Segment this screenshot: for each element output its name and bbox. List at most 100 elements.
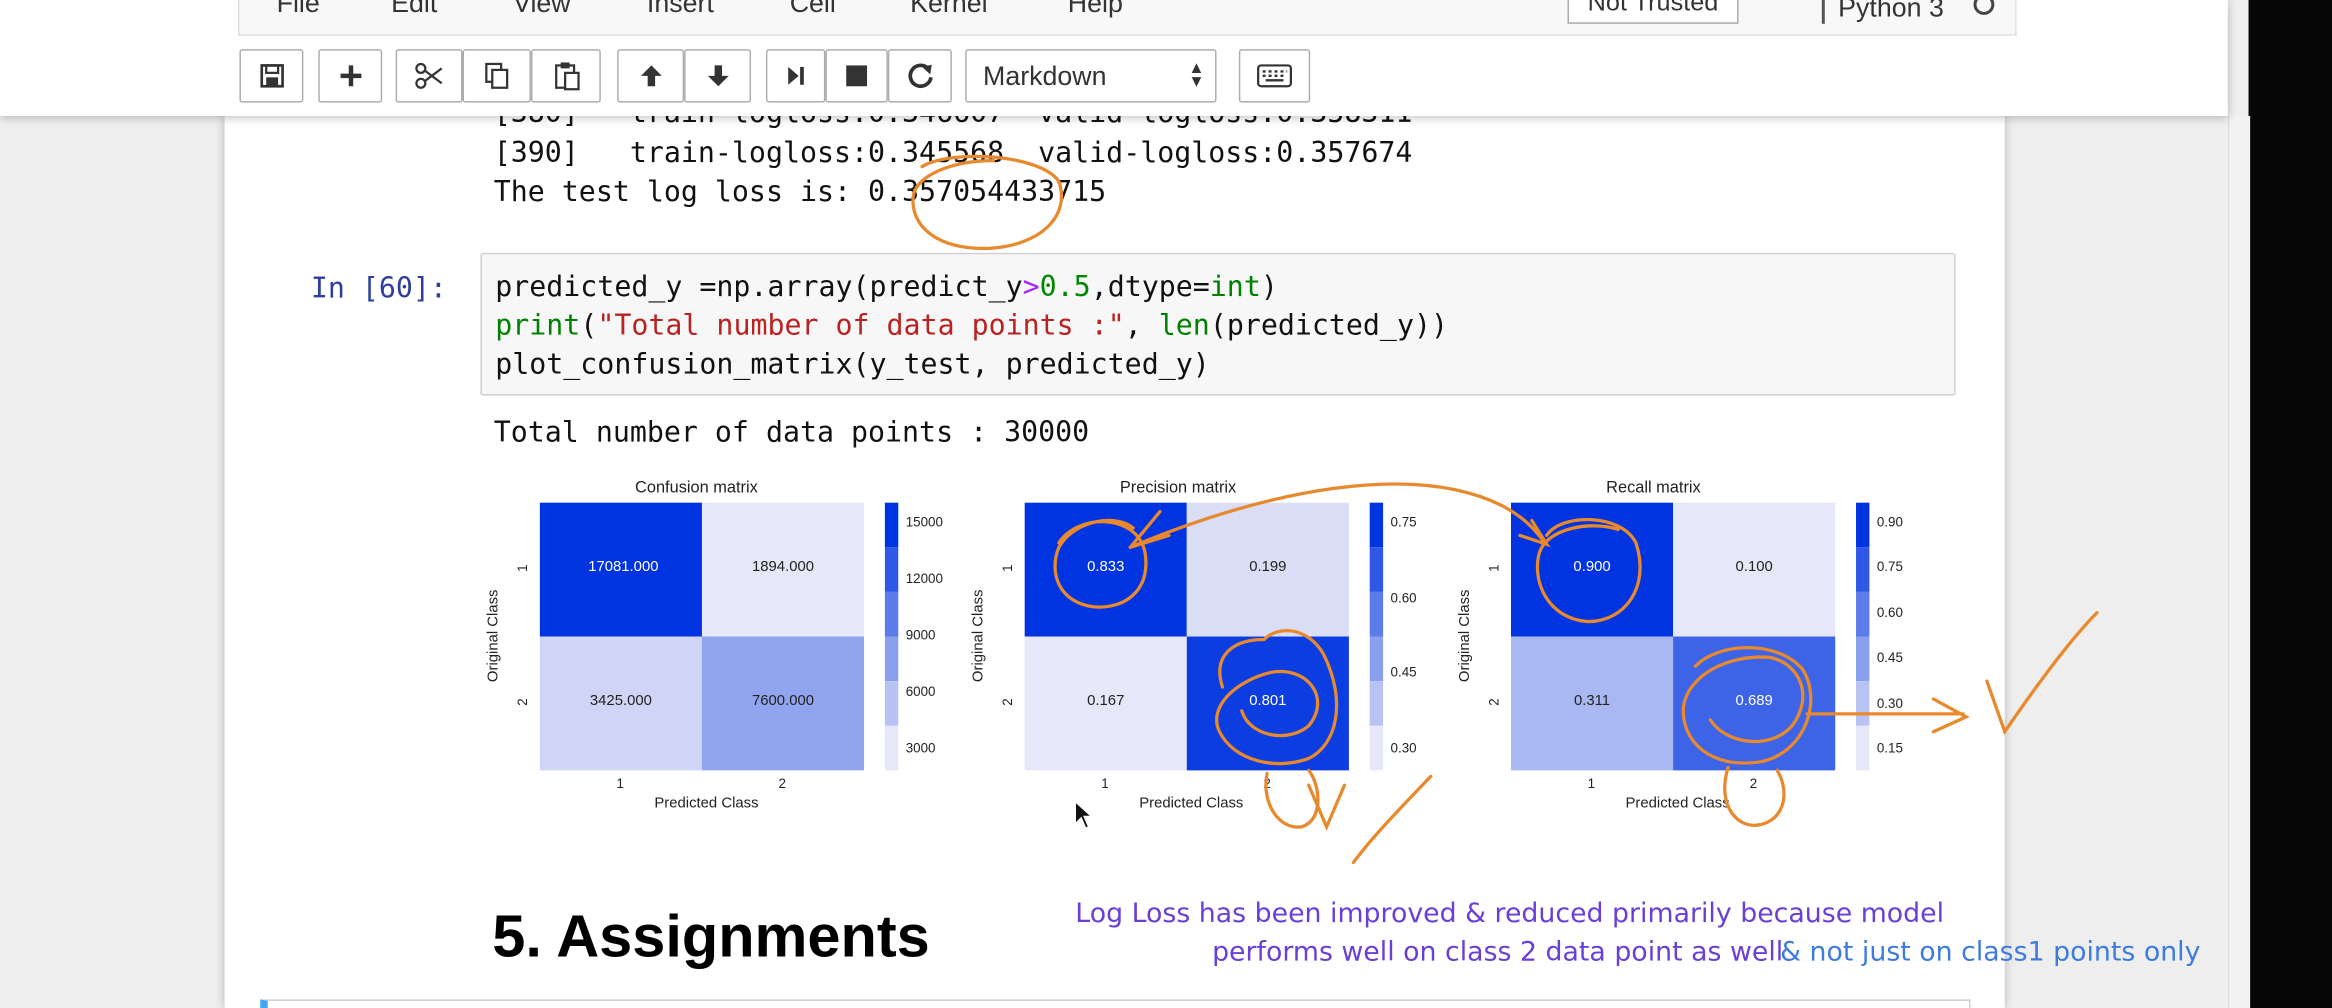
colorbar-segment <box>1369 502 1384 548</box>
move-down-button[interactable] <box>684 49 752 103</box>
run-button[interactable] <box>765 49 826 103</box>
notebook-container[interactable]: [380] train-logloss:0.346607 valid-loglo… <box>224 116 2005 1008</box>
colorbar-tick-label: 0.60 <box>1876 604 1903 620</box>
menu-kernel[interactable]: Kernel <box>910 0 987 19</box>
cell-value-label: 0.311 <box>1573 693 1611 710</box>
menu-insert[interactable]: Insert <box>647 0 714 19</box>
x-tick-label: 2 <box>778 776 787 792</box>
cell-value-label: 0.167 <box>1087 693 1125 710</box>
annotation-text-line2a: performs well on class 2 data point as w… <box>1212 936 1784 969</box>
y-axis-label: Original Class <box>1456 589 1474 683</box>
copy-button[interactable] <box>462 49 531 103</box>
paste-button[interactable] <box>530 49 601 103</box>
trusted-indicator[interactable]: Not Trusted <box>1567 0 1739 24</box>
y-tick-label: 1 <box>1486 564 1502 572</box>
restart-icon <box>907 63 933 89</box>
screen: [380] train-logloss:0.346607 valid-loglo… <box>0 0 2332 1008</box>
menu-edit[interactable]: Edit <box>391 0 437 19</box>
cell-type-select[interactable]: Markdown ▲ ▼ <box>965 49 1217 103</box>
cell-value-label: 1894.000 <box>751 559 815 576</box>
interrupt-button[interactable] <box>825 49 888 103</box>
code-token: print <box>495 309 581 343</box>
colorbar-segment <box>1369 681 1384 726</box>
colorbar-tick-label: 3000 <box>905 740 936 756</box>
code-line-3: plot_confusion_matrix(y_test, predicted_… <box>495 348 1210 381</box>
code-cell-input[interactable]: predicted_y =np.array(predict_y>0.5,dtyp… <box>480 252 1956 396</box>
colorbar-segment <box>884 681 899 726</box>
command-palette-button[interactable] <box>1238 49 1311 103</box>
colorbar-tick-label: 0.15 <box>1876 740 1903 756</box>
code-token: 0.5 <box>1039 270 1091 304</box>
colorbar-tick-label: 15000 <box>905 514 943 530</box>
scissors-icon <box>414 62 442 89</box>
y-axis-label: Original Class <box>970 589 987 683</box>
kernel-name: Python 3 <box>1821 0 1944 24</box>
colorbar-tick-label: 0.30 <box>1876 695 1903 711</box>
annotation-text-line2b: & not just on class1 points only <box>1780 936 2201 969</box>
code-token: (predicted_y)) <box>1209 309 1448 343</box>
menu-file[interactable]: File <box>277 0 320 19</box>
mouse-cursor-icon <box>1074 800 1094 830</box>
scrollbar[interactable] <box>2227 116 2251 1008</box>
cut-button[interactable] <box>395 49 463 103</box>
stage: [380] train-logloss:0.346607 valid-loglo… <box>0 0 2332 1008</box>
colorbar-segment <box>884 547 899 592</box>
next-cell[interactable] <box>260 999 1971 1008</box>
menu-help[interactable]: Help <box>1068 0 1123 19</box>
menu-view[interactable]: View <box>513 0 571 19</box>
annotation-text-line1: Log Loss has been improved & reduced pri… <box>1075 898 1945 930</box>
colorbar-segment <box>1856 636 1870 682</box>
y-tick-label: 1 <box>1000 564 1016 572</box>
colorbar-segment <box>1369 636 1384 682</box>
stop-icon <box>846 65 868 87</box>
notebook-header: File Edit View Insert Cell Kernel Help N… <box>0 0 2228 117</box>
move-up-button[interactable] <box>617 49 685 103</box>
code-line-2: print("Total number of data points :", l… <box>495 309 1448 342</box>
cell-prompt: In [60]: <box>310 272 447 305</box>
code-token: ,dtype= <box>1090 270 1210 304</box>
colorbar-segment <box>1369 547 1384 592</box>
colorbar-segment <box>884 725 899 771</box>
menubar: File Edit View Insert Cell Kernel Help <box>237 0 2017 36</box>
insert-cell-button[interactable] <box>318 49 383 103</box>
x-tick-label: 1 <box>1101 776 1109 792</box>
colorbar-tick-label: 0.75 <box>1390 514 1417 530</box>
cell-value-label: 7600.000 <box>751 693 815 710</box>
code-token: predicted_y =np.array(predict_y <box>495 270 1023 304</box>
paste-icon <box>554 62 579 91</box>
colorbar-tick-label: 0.45 <box>1876 650 1903 666</box>
output-line-380: [380] train-logloss:0.346607 valid-loglo… <box>494 116 1413 129</box>
colorbar-segment <box>1856 502 1870 548</box>
cell-value-label: 0.833 <box>1087 559 1125 576</box>
colorbar-tick-label: 9000 <box>905 627 936 643</box>
colorbar-segment <box>1856 591 1870 637</box>
code-token: ) <box>1260 270 1278 304</box>
section-heading: 5. Assignments <box>492 904 930 970</box>
colorbar-tick-label: 0.90 <box>1876 514 1903 530</box>
heatmap-title: Recall matrix <box>1606 478 1701 497</box>
menu-cell[interactable]: Cell <box>790 0 836 19</box>
y-tick-label: 2 <box>1000 698 1016 706</box>
colorbar-segment <box>1369 725 1384 771</box>
save-button[interactable] <box>239 49 304 103</box>
colorbar-tick-label: 0.75 <box>1876 559 1903 575</box>
colorbar-segment <box>884 636 899 682</box>
keyboard-icon <box>1257 64 1293 88</box>
cell-output-text: Total number of data points : 30000 <box>493 416 1090 450</box>
copy-icon <box>485 62 509 89</box>
cell-value-label: 3425.000 <box>589 693 652 710</box>
code-line-1: predicted_y =np.array(predict_y>0.5,dtyp… <box>495 271 1278 304</box>
colorbar-tick-label: 12000 <box>905 571 943 586</box>
output-line-390: [390] train-logloss:0.345568 valid-loglo… <box>493 136 1413 170</box>
select-arrows-icon: ▲ ▼ <box>1188 59 1205 91</box>
x-tick-label: 2 <box>1263 776 1271 792</box>
cell-value-label: 0.801 <box>1249 693 1287 710</box>
restart-button[interactable] <box>887 49 952 103</box>
x-axis-label: Predicted Class <box>1625 795 1730 813</box>
code-token: int <box>1209 270 1261 304</box>
colorbar-tick-label: 0.60 <box>1390 589 1417 605</box>
x-tick-label: 1 <box>1587 776 1596 792</box>
heatmap-title: Precision matrix <box>1119 478 1237 497</box>
x-tick-label: 2 <box>1749 776 1758 792</box>
code-token: > <box>1022 270 1040 304</box>
